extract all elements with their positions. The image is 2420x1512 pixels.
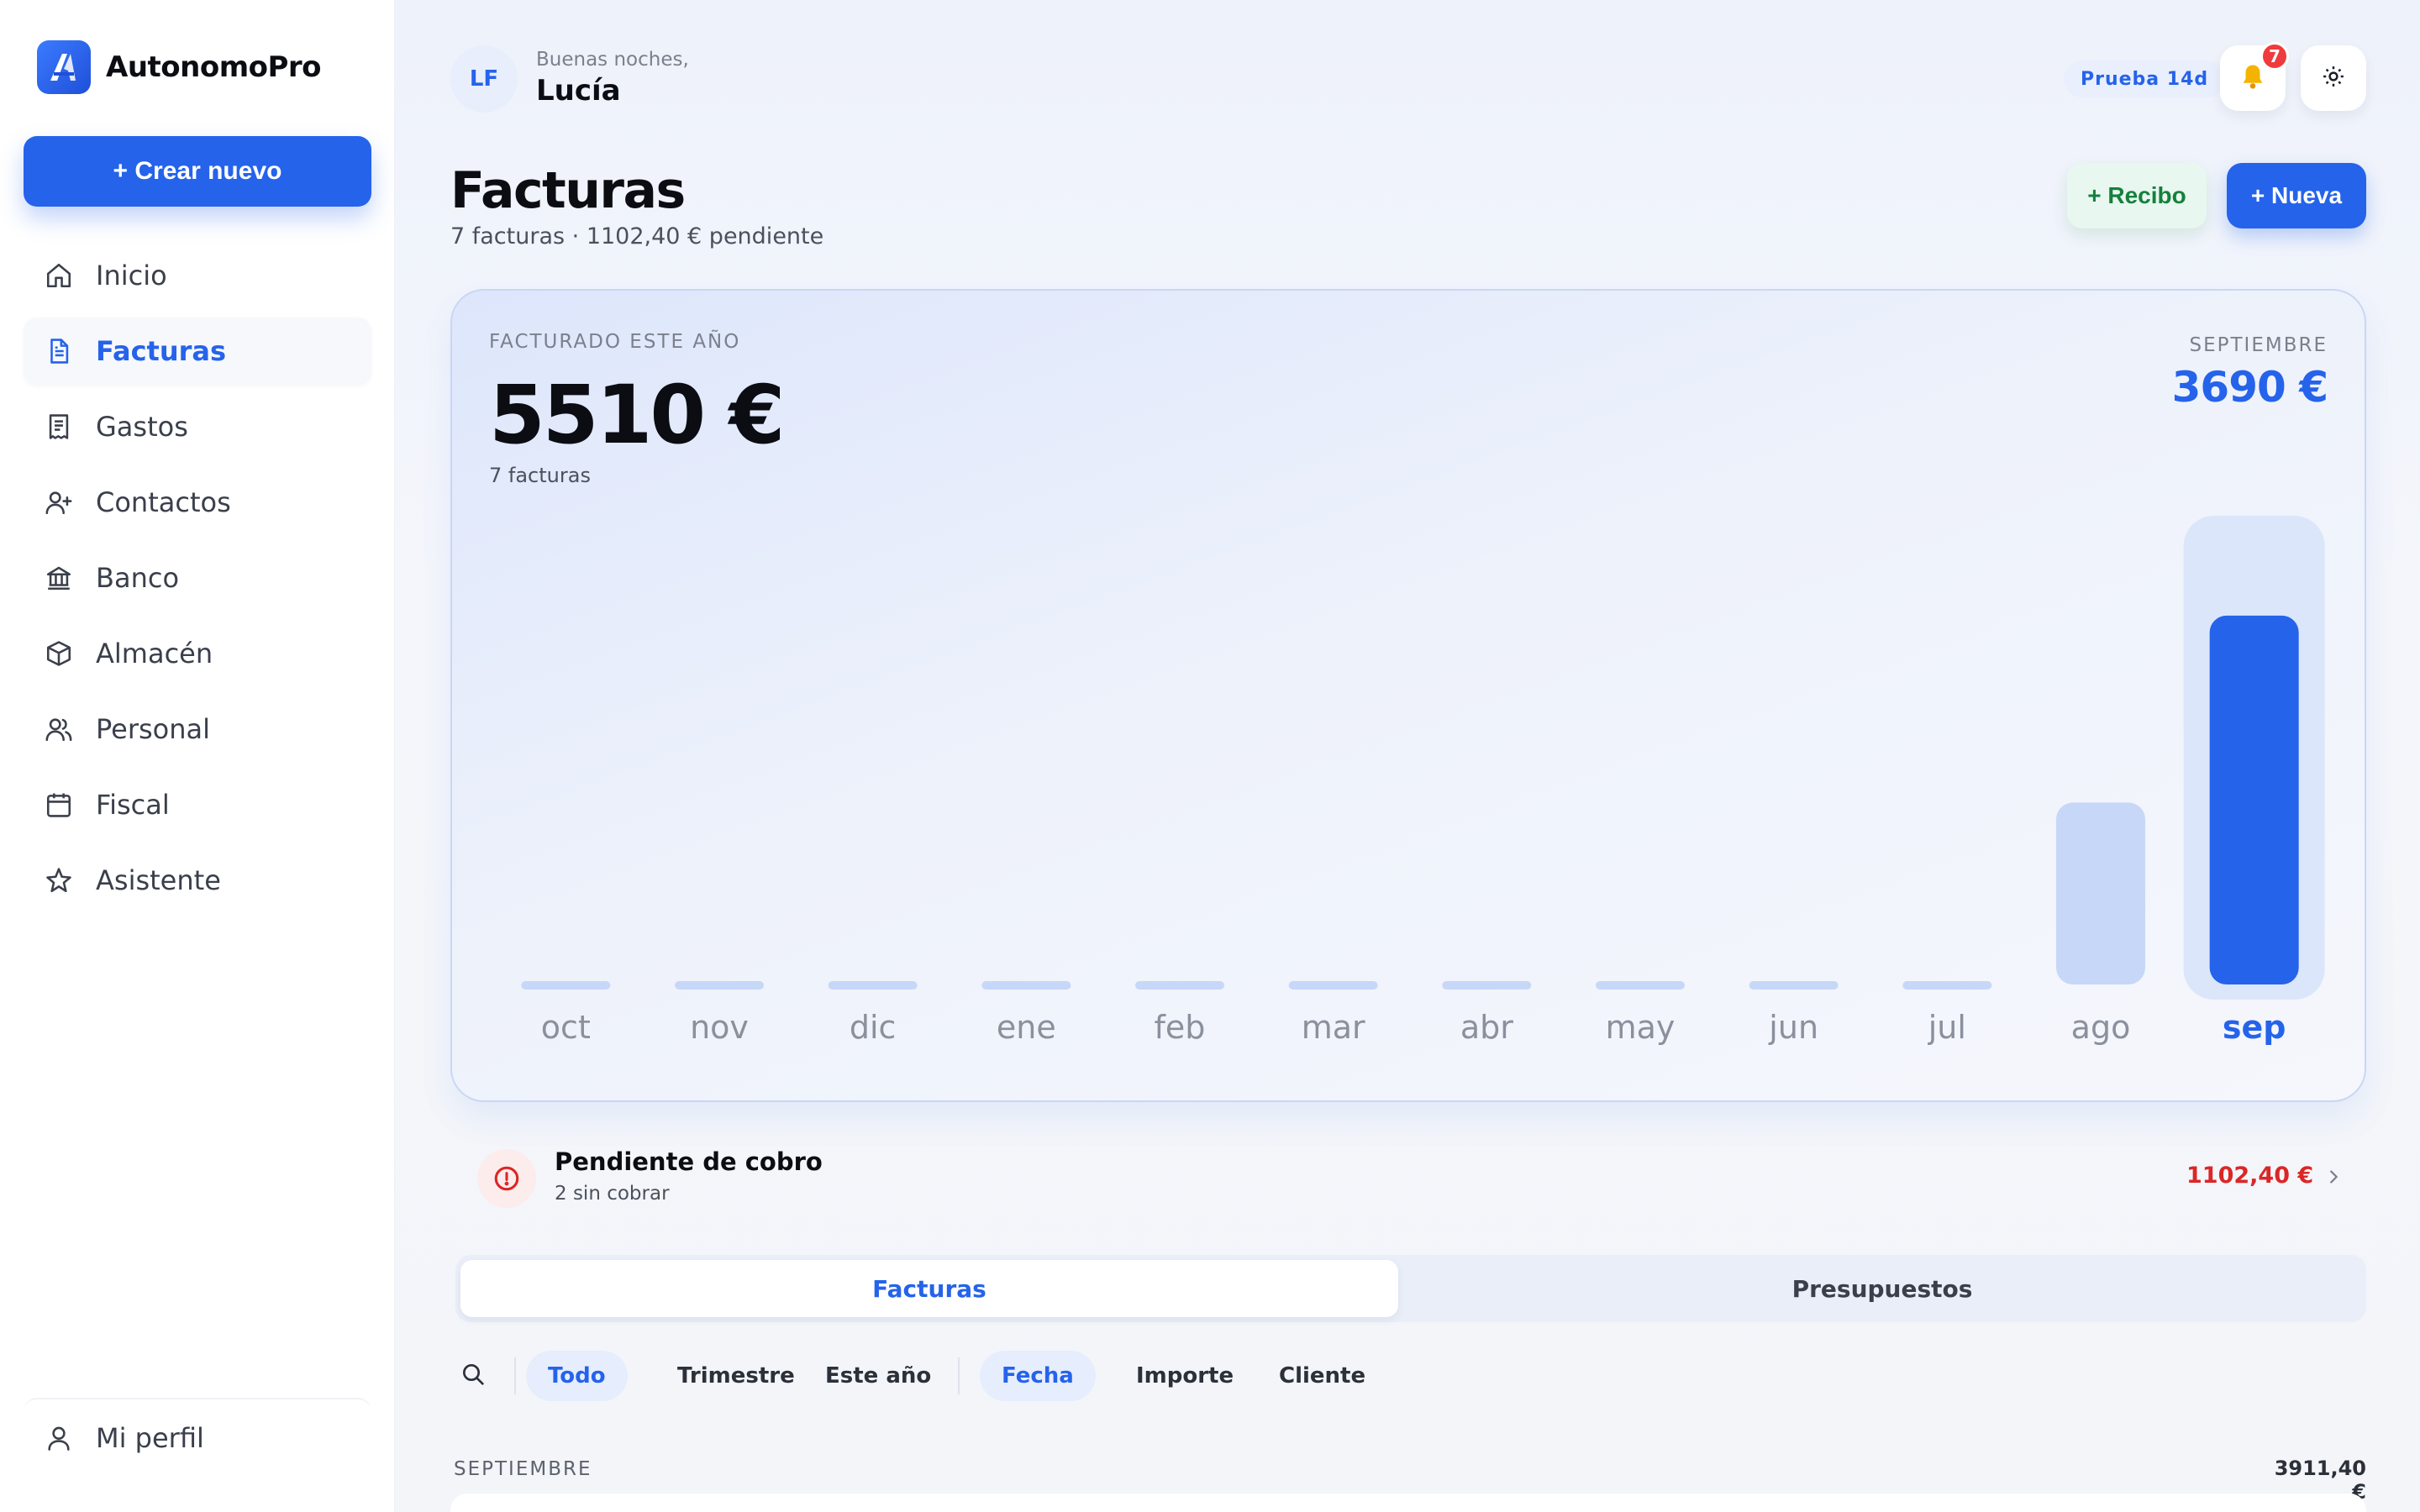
tab-presupuestos[interactable]: Presupuestos bbox=[1403, 1260, 2361, 1317]
gear-icon bbox=[2321, 64, 2346, 92]
main-content: LF Buenas noches, Lucía Prueba 14d 7 Fac… bbox=[395, 0, 2420, 1512]
x-tick-label-may: may bbox=[1606, 1009, 1676, 1046]
filter-period-todo[interactable]: Todo bbox=[526, 1351, 628, 1401]
sidebar-item-label: Personal bbox=[96, 713, 211, 745]
revenue-chart-card: FACTURADO ESTE AÑO 5510 € 7 facturas SEP… bbox=[450, 289, 2366, 1102]
filter-period-trimestre[interactable]: Trimestre bbox=[655, 1351, 817, 1401]
alert-icon bbox=[477, 1149, 536, 1208]
bar-jul[interactable] bbox=[1902, 981, 1992, 990]
sidebar-item-label: Facturas bbox=[96, 335, 227, 367]
bar-feb[interactable] bbox=[1135, 981, 1224, 990]
notification-count-badge: 7 bbox=[2260, 42, 2289, 71]
notifications-button[interactable]: 7 bbox=[2220, 42, 2289, 111]
x-tick-label-mar: mar bbox=[1302, 1009, 1365, 1046]
bar-abr[interactable] bbox=[1442, 981, 1532, 990]
sidebar-item-label: Asistente bbox=[96, 864, 221, 896]
app-name: AutonomoPro bbox=[106, 50, 322, 84]
bar-jun[interactable] bbox=[1749, 981, 1839, 990]
section-month-label: SEPTIEMBRE bbox=[454, 1458, 592, 1480]
sidebar-nav: Inicio Facturas Gastos Contactos Banco A… bbox=[24, 242, 371, 922]
create-new-button[interactable]: + Crear nuevo bbox=[24, 136, 371, 207]
sidebar: AutonomoPro + Crear nuevo Inicio Factura… bbox=[0, 0, 395, 1512]
bar-dic[interactable] bbox=[828, 981, 918, 990]
sidebar-item-label: Inicio bbox=[96, 260, 167, 291]
sidebar-item-label: Almacén bbox=[96, 638, 213, 669]
user-name: Lucía bbox=[536, 74, 621, 108]
x-tick-label-nov: nov bbox=[690, 1009, 749, 1046]
sort-importe[interactable]: Importe bbox=[1114, 1351, 1255, 1401]
filter-divider bbox=[514, 1357, 516, 1394]
bell-icon bbox=[2238, 62, 2267, 94]
page-title: Facturas bbox=[450, 161, 686, 220]
user-icon bbox=[44, 1423, 74, 1453]
pending-subtitle: 2 sin cobrar bbox=[555, 1183, 670, 1205]
x-tick-label-ago: ago bbox=[2071, 1009, 2131, 1046]
app-logo-icon bbox=[37, 40, 91, 94]
search-button[interactable] bbox=[447, 1349, 499, 1403]
bank-icon bbox=[44, 563, 74, 593]
trial-badge[interactable]: Prueba 14d bbox=[2064, 60, 2226, 97]
x-tick-label-feb: feb bbox=[1155, 1009, 1206, 1046]
sort-fecha[interactable]: Fecha bbox=[980, 1351, 1096, 1401]
box-icon bbox=[44, 638, 74, 669]
sidebar-item-gastos[interactable]: Gastos bbox=[24, 393, 371, 460]
pending-title[interactable]: Pendiente de cobro bbox=[555, 1147, 823, 1176]
sort-cliente[interactable]: Cliente bbox=[1257, 1351, 1387, 1401]
sidebar-item-personal[interactable]: Personal bbox=[24, 696, 371, 763]
x-tick-label-oct: oct bbox=[541, 1009, 591, 1046]
bar-oct[interactable] bbox=[521, 981, 611, 990]
document-type-tabs: Facturas Presupuestos bbox=[455, 1255, 2366, 1322]
sparkle-icon bbox=[44, 865, 74, 895]
sidebar-item-asistente[interactable]: Asistente bbox=[24, 847, 371, 914]
brand[interactable]: AutonomoPro bbox=[37, 40, 322, 94]
sidebar-item-almacen[interactable]: Almacén bbox=[24, 620, 371, 687]
settings-button[interactable] bbox=[2301, 45, 2366, 111]
filter-divider bbox=[958, 1357, 960, 1394]
new-invoice-button[interactable]: + Nueva bbox=[2227, 163, 2366, 228]
filter-period-este-ano[interactable]: Este año bbox=[803, 1351, 953, 1401]
sidebar-item-facturas[interactable]: Facturas bbox=[24, 318, 371, 385]
x-tick-label-abr: abr bbox=[1460, 1009, 1513, 1046]
x-tick-label-jul: jul bbox=[1928, 1009, 1966, 1046]
x-tick-label-jun: jun bbox=[1768, 1009, 1818, 1046]
bar-may[interactable] bbox=[1596, 981, 1685, 990]
sidebar-item-contactos[interactable]: Contactos bbox=[24, 469, 371, 536]
profile-label: Mi perfil bbox=[96, 1422, 204, 1454]
x-tick-label-ene: ene bbox=[997, 1009, 1056, 1046]
new-receipt-button[interactable]: + Recibo bbox=[2067, 163, 2207, 228]
users-icon bbox=[44, 714, 74, 744]
tab-facturas[interactable]: Facturas bbox=[460, 1260, 1398, 1317]
search-icon bbox=[460, 1361, 487, 1391]
sidebar-item-label: Contactos bbox=[96, 486, 231, 518]
sidebar-item-label: Fiscal bbox=[96, 789, 170, 821]
pending-amount: 1102,40 € bbox=[2186, 1163, 2314, 1189]
bar-ago[interactable] bbox=[2056, 802, 2145, 984]
bar-sep[interactable] bbox=[2209, 615, 2299, 984]
sidebar-item-profile[interactable]: Mi perfil bbox=[24, 1398, 371, 1477]
receipt-icon bbox=[44, 412, 74, 442]
sidebar-item-label: Gastos bbox=[96, 411, 188, 443]
calendar-icon bbox=[44, 790, 74, 820]
x-tick-label-dic: dic bbox=[850, 1009, 897, 1046]
invoice-list-card bbox=[450, 1494, 2366, 1512]
greeting-text: Buenas noches, bbox=[536, 49, 689, 71]
sidebar-item-fiscal[interactable]: Fiscal bbox=[24, 771, 371, 838]
home-icon bbox=[44, 260, 74, 291]
x-tick-label-sep: sep bbox=[2223, 1009, 2286, 1046]
user-plus-icon bbox=[44, 487, 74, 517]
sidebar-item-banco[interactable]: Banco bbox=[24, 544, 371, 612]
filter-bar: Todo Trimestre Este año Fecha Importe Cl… bbox=[447, 1349, 1455, 1403]
sidebar-item-label: Banco bbox=[96, 562, 180, 594]
sidebar-item-inicio[interactable]: Inicio bbox=[24, 242, 371, 309]
revenue-bar-chart: oct nov dic ene feb mar abr may jun jul ago sep bbox=[521, 516, 2325, 1046]
bar-ene[interactable] bbox=[981, 981, 1071, 990]
page-subtitle: 7 facturas · 1102,40 € pendiente bbox=[450, 223, 824, 249]
chevron-right-icon[interactable] bbox=[2321, 1163, 2346, 1191]
avatar[interactable]: LF bbox=[450, 45, 518, 113]
bar-mar[interactable] bbox=[1288, 981, 1378, 990]
document-icon bbox=[44, 336, 74, 366]
bar-nov[interactable] bbox=[675, 981, 764, 990]
